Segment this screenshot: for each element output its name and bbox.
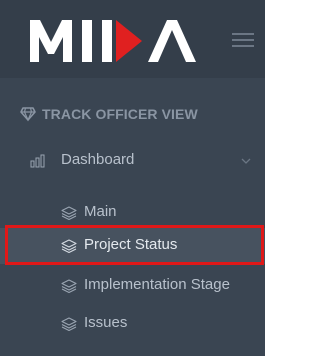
sidebar-subitem-label: Main	[84, 203, 117, 220]
sidebar-subitem-implementation-stage[interactable]: Implementation Stage	[0, 268, 265, 304]
diamond-icon	[20, 106, 36, 122]
sidebar-item-dashboard[interactable]: Dashboard	[0, 144, 265, 178]
layers-icon	[61, 205, 77, 221]
sidebar-item-dashboard-label: Dashboard	[61, 151, 135, 168]
sidebar-subitem-project-status[interactable]: Project Status	[0, 228, 265, 264]
section-title-label: TRACK OFFICER VIEW	[42, 106, 198, 122]
sidebar-header	[0, 0, 265, 78]
layers-icon	[61, 238, 77, 254]
layers-icon	[61, 316, 77, 332]
layers-icon	[61, 278, 77, 294]
chevron-down-icon	[240, 155, 252, 167]
sidebar-subitem-issues[interactable]: Issues	[0, 306, 265, 342]
mida-logo	[30, 20, 196, 62]
sidebar-subitem-label: Implementation Stage	[84, 276, 230, 293]
section-title: TRACK OFFICER VIEW	[20, 104, 198, 124]
sidebar-subitem-main[interactable]: Main	[0, 195, 265, 231]
app-frame: TRACK OFFICER VIEW Dashboard Main Projec…	[0, 0, 268, 356]
hamburger-menu-icon[interactable]	[232, 31, 254, 49]
sidebar-subitem-label: Issues	[84, 314, 128, 331]
sidebar: TRACK OFFICER VIEW Dashboard Main Projec…	[0, 0, 265, 356]
sidebar-subitem-label: Project Status	[84, 236, 178, 253]
bar-chart-icon	[30, 154, 46, 168]
